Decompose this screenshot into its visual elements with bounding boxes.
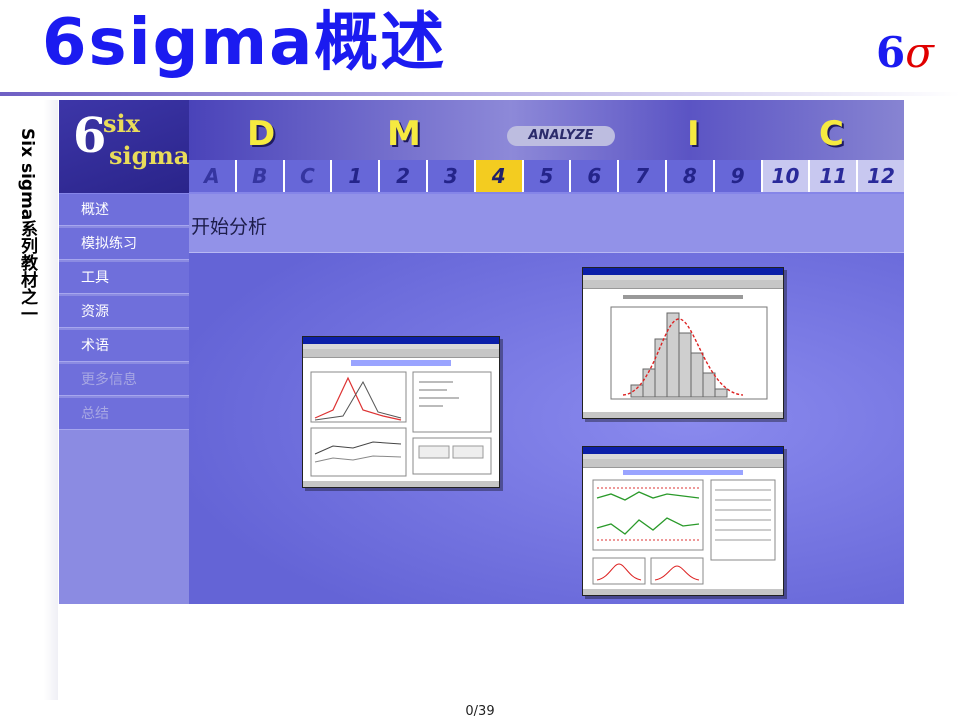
phase-analyze[interactable]: ANALYZE xyxy=(507,126,615,146)
content-header: 开始分析 xyxy=(189,194,904,253)
step-8[interactable]: 8 xyxy=(666,160,715,192)
step-2[interactable]: 2 xyxy=(380,160,428,192)
phase-improve[interactable]: I xyxy=(687,114,700,154)
phase-define[interactable]: D xyxy=(247,114,275,154)
phase-banner: D M ANALYZE I C xyxy=(189,100,904,160)
step-11[interactable]: 11 xyxy=(810,160,859,192)
phase-measure[interactable]: M xyxy=(387,114,421,154)
logo-number: 6 xyxy=(876,28,906,77)
six-sigma-logo: 6σ xyxy=(876,28,934,77)
left-fade-decoration xyxy=(44,100,58,700)
slide-title: 6sigma概述 xyxy=(42,6,447,80)
app-logo: 6 six sigma xyxy=(59,100,189,193)
side-caption: Six sigma系列教材之一 xyxy=(17,128,37,323)
menu-item-summary: 总结 xyxy=(59,398,189,430)
logo-word-six: six xyxy=(103,109,140,138)
step-6[interactable]: 6 xyxy=(571,160,620,192)
report-executive-summary-thumbnail[interactable] xyxy=(302,336,500,488)
sigma-symbol: σ xyxy=(905,28,934,77)
step-7[interactable]: 7 xyxy=(619,160,667,192)
header-rule xyxy=(0,92,960,96)
histogram-report-thumbnail[interactable] xyxy=(582,267,784,419)
step-12[interactable]: 12 xyxy=(858,160,904,192)
step-5[interactable]: 5 xyxy=(523,160,572,192)
content-area: 开始分析 xyxy=(189,194,904,604)
menu-item-overview[interactable]: 概述 xyxy=(59,194,189,226)
menu-item-glossary[interactable]: 术语 xyxy=(59,330,189,362)
menu-item-more-info: 更多信息 xyxy=(59,364,189,396)
training-app-window: 6 six sigma D M ANALYZE I C A B C 1 2 3 … xyxy=(59,100,904,604)
report-process-capability-thumbnail[interactable] xyxy=(582,446,784,596)
step-a[interactable]: A xyxy=(189,160,237,192)
step-4-active[interactable]: 4 xyxy=(475,160,524,192)
step-b[interactable]: B xyxy=(236,160,285,192)
page-counter: 0/39 xyxy=(465,704,495,719)
step-1[interactable]: 1 xyxy=(332,160,381,192)
menu-item-tools[interactable]: 工具 xyxy=(59,262,189,294)
histogram-graphic xyxy=(610,295,768,400)
step-3[interactable]: 3 xyxy=(427,160,476,192)
step-navigation: A B C 1 2 3 4 5 6 7 8 9 10 11 12 xyxy=(189,160,904,192)
phase-control[interactable]: C xyxy=(819,114,844,154)
step-10[interactable]: 10 xyxy=(762,160,811,192)
process-capability-graphic xyxy=(592,470,776,585)
content-title: 开始分析 xyxy=(191,216,268,238)
menu-item-simulation[interactable]: 模拟练习 xyxy=(59,228,189,260)
menu-item-resources[interactable]: 资源 xyxy=(59,296,189,328)
executive-summary-graphic xyxy=(310,360,492,477)
logo-word-sigma: sigma xyxy=(109,141,190,170)
logo-six: 6 xyxy=(73,108,107,164)
step-c[interactable]: C xyxy=(284,160,333,192)
side-menu: 概述 模拟练习 工具 资源 术语 更多信息 总结 xyxy=(59,194,189,604)
step-9[interactable]: 9 xyxy=(714,160,763,192)
